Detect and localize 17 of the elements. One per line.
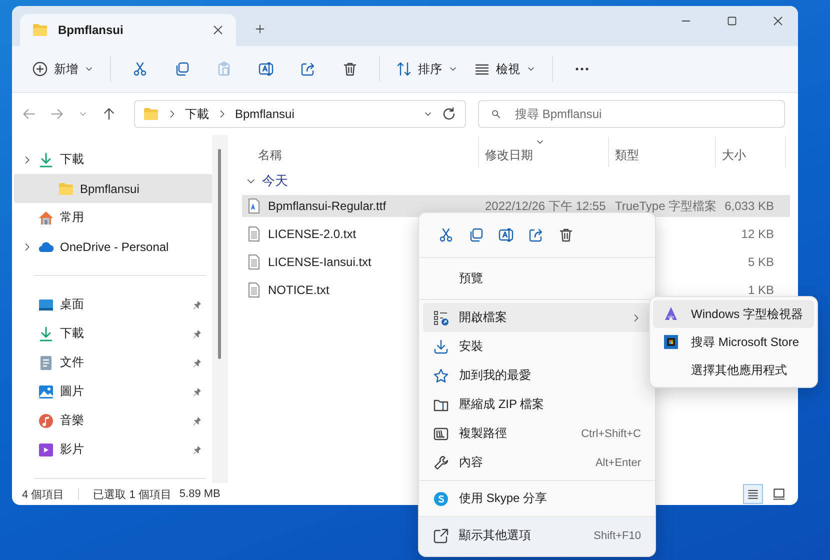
file-name: LICENSE-Iansui.txt (268, 255, 372, 269)
size-cell: 6,033 KB (724, 199, 774, 213)
group-label: 今天 (262, 172, 288, 190)
size-cell: 1 KB (748, 283, 774, 297)
shortcut-text: Shift+F10 (594, 530, 641, 542)
date-cell: 2022/12/26 下午 12:55 (485, 198, 606, 212)
type-cell: TrueType 字型檔案 (615, 198, 717, 212)
size-cell: 12 KB (741, 227, 774, 241)
file-name: NOTICE.txt (268, 283, 330, 297)
size-cell: 5 KB (748, 255, 774, 269)
shortcut-text: Alt+Enter (595, 456, 641, 468)
shortcut-text: Ctrl+Shift+C (581, 428, 641, 440)
selection-size: 5.89 MB (179, 488, 220, 500)
selection-count: 已選取 1 個項目 (93, 488, 172, 502)
item-count: 4 個項目 (22, 488, 64, 502)
file-name: Bpmflansui-Regular.ttf (268, 199, 386, 213)
file-name: LICENSE-2.0.txt (268, 227, 356, 241)
